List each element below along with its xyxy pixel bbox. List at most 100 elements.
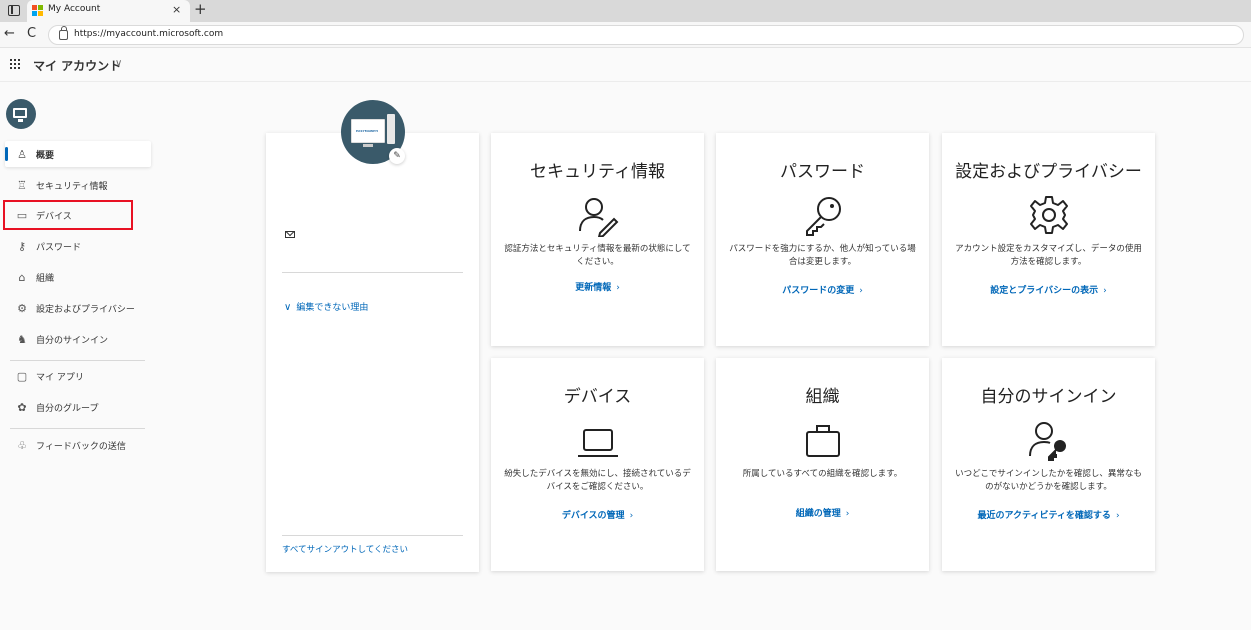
sidebar-item-label: セキュリティ情報 [36,181,108,192]
app-header: マイ アカウント ∨ [0,49,1251,82]
monitor-icon: EASYMAWPH [351,119,385,143]
reload-button[interactable]: C [27,26,36,41]
pc-tower-icon [387,114,395,144]
browser-tab-bar: My Account × + [0,0,1251,22]
sign-in-icon: ♞ [17,332,27,346]
laptop-icon: ▭ [16,208,28,222]
chevron-right-icon: › [859,286,863,296]
sign-in-icon [942,418,1155,462]
tile-devices: デバイス 紛失したデバイスを無効にし、接続されているデバイスをご確認ください。 … [491,358,704,571]
view-settings-privacy-link[interactable]: 設定とプライバシーの表示 › [942,283,1155,296]
mail-icon [285,231,295,238]
link-label: 更新情報 [575,283,612,293]
sidebar-item-label: デバイス [36,211,72,222]
sidebar-item-security-info[interactable]: ♖ セキュリティ情報 [5,172,151,198]
new-tab-button[interactable]: + [194,0,207,18]
manage-organizations-link[interactable]: 組織の管理 › [716,506,929,519]
sidebar-item-my-groups[interactable]: ✿ 自分のグループ [5,394,151,420]
sidebar-toggle-icon[interactable] [8,5,20,16]
manage-devices-link[interactable]: デバイスの管理 › [491,508,704,521]
tile-my-signins: 自分のサインイン いつどこでサインインしたかを確認し、異常なものがないかどうかを… [942,358,1155,571]
tile-security-info: セキュリティ情報 認証方法とセキュリティ情報を最新の状態にしてください。 更新情… [491,133,704,346]
chevron-right-icon: › [629,511,634,521]
update-info-link[interactable]: 更新情報 › [491,280,704,293]
profile-divider [282,272,463,273]
browser-tab[interactable]: My Account × [27,0,190,22]
user-avatar-small[interactable] [6,99,36,129]
tile-description: 所属しているすべての組織を確認します。 [742,469,903,479]
tile-description: 認証方法とセキュリティ情報を最新の状態にしてください。 [504,244,691,267]
change-password-link[interactable]: パスワードの変更 › [716,283,929,296]
edit-photo-icon[interactable]: ✎ [389,148,405,164]
tab-close-button[interactable]: × [172,3,181,16]
sidebar-item-label: パスワード [36,242,82,253]
groups-icon: ✿ [17,400,27,414]
url-field[interactable]: https://myaccount.microsoft.com [48,25,1244,45]
sidebar-divider [10,428,145,429]
briefcase-icon [716,418,929,462]
sidebar-item-my-apps[interactable]: ▢ マイ アプリ [5,363,151,389]
person-icon: ♙ [17,147,27,161]
microsoft-logo-icon [32,5,44,17]
sidebar-item-label: 設定およびプライバシー [36,304,135,315]
sidebar-item-label: 自分のサインイン [36,335,109,346]
lock-icon[interactable] [59,26,68,40]
chevron-right-icon: › [1103,286,1107,296]
link-label: 最近のアクティビティを確認する [977,511,1111,521]
back-button[interactable]: ← [4,26,15,41]
sidebar-item-my-signins[interactable]: ♞ 自分のサインイン [5,326,151,352]
chevron-right-icon: › [616,283,620,293]
url-text: https://myaccount.microsoft.com [74,29,224,39]
sidebar-item-label: マイ アプリ [36,372,84,383]
key-icon [716,193,929,237]
monitor-icon [13,108,27,118]
gear-icon [942,193,1155,237]
sidebar-item-settings-privacy[interactable]: ⚙ 設定およびプライバシー [5,295,151,321]
tile-description: 紛失したデバイスを無効にし、接続されているデバイスをご確認ください。 [504,469,691,492]
sidebar-divider [10,360,145,361]
tile-title: セキュリティ情報 [530,162,665,182]
review-recent-activity-link[interactable]: 最近のアクティビティを確認する › [942,508,1155,521]
security-info-icon: ♖ [17,178,27,192]
tile-description: いつどこでサインインしたかを確認し、異常なものがないかどうかを確認します。 [955,469,1142,492]
tile-settings-privacy: 設定およびプライバシー アカウント設定をカスタマイズし、データの使用方法を確認し… [942,133,1155,346]
sidebar-item-label: 概要 [36,150,55,161]
tile-password: パスワード パスワードを強力にするか、他人が知っている場合は変更します。 パスワ… [716,133,929,346]
avatar-screen-text: EASYMAWPH [356,129,378,133]
tab-title: My Account [48,4,101,14]
tile-title: 自分のサインイン [980,387,1117,407]
sign-out-everywhere-link[interactable]: すべてサインアウトしてください [282,543,408,555]
sidebar-item-password[interactable]: ⚷ パスワード [5,233,151,259]
app-launcher-icon[interactable] [10,59,20,69]
briefcase-icon: ⌂ [18,270,26,284]
chevron-right-icon: › [845,509,850,519]
app-title[interactable]: マイ アカウント [33,57,121,74]
profile-divider [282,535,463,536]
tile-title: 組織 [805,387,840,407]
gear-icon: ⚙ [17,301,27,315]
chevron-right-icon: › [1115,511,1120,521]
sidebar-item-devices[interactable]: ▭ デバイス [3,200,133,230]
link-label: パスワードの変更 [782,286,855,296]
tile-title: パスワード [780,162,865,182]
key-icon: ⚷ [17,239,27,253]
why-cant-edit-link[interactable]: ∨ 編集できない理由 [284,300,368,313]
link-label: デバイスの管理 [561,511,625,521]
tile-description: パスワードを強力にするか、他人が知っている場合は変更します。 [729,244,916,267]
chevron-down-icon[interactable]: ∨ [115,58,122,69]
tile-description: アカウント設定をカスタマイズし、データの使用方法を確認します。 [955,244,1142,267]
link-label: 設定とプライバシーの表示 [990,286,1099,296]
chevron-down-icon: ∨ [284,302,292,313]
feedback-icon: ♧ [17,438,27,452]
sidebar-item-label: 組織 [36,273,55,284]
sidebar-item-organizations[interactable]: ⌂ 組織 [5,264,151,290]
tile-organizations: 組織 所属しているすべての組織を確認します。 組織の管理 › [716,358,929,571]
why-cant-edit-label: 編集できない理由 [296,303,369,313]
address-bar-row: ← C https://myaccount.microsoft.com [0,22,1251,48]
sidebar-item-send-feedback[interactable]: ♧ フィードバックの送信 [5,432,151,458]
sidebar-item-label: 自分のグループ [36,403,99,414]
tile-title: 設定およびプライバシー [955,162,1142,182]
laptop-icon [491,418,704,462]
security-info-icon [491,193,704,237]
sidebar-item-overview[interactable]: ♙ 概要 [5,141,151,167]
